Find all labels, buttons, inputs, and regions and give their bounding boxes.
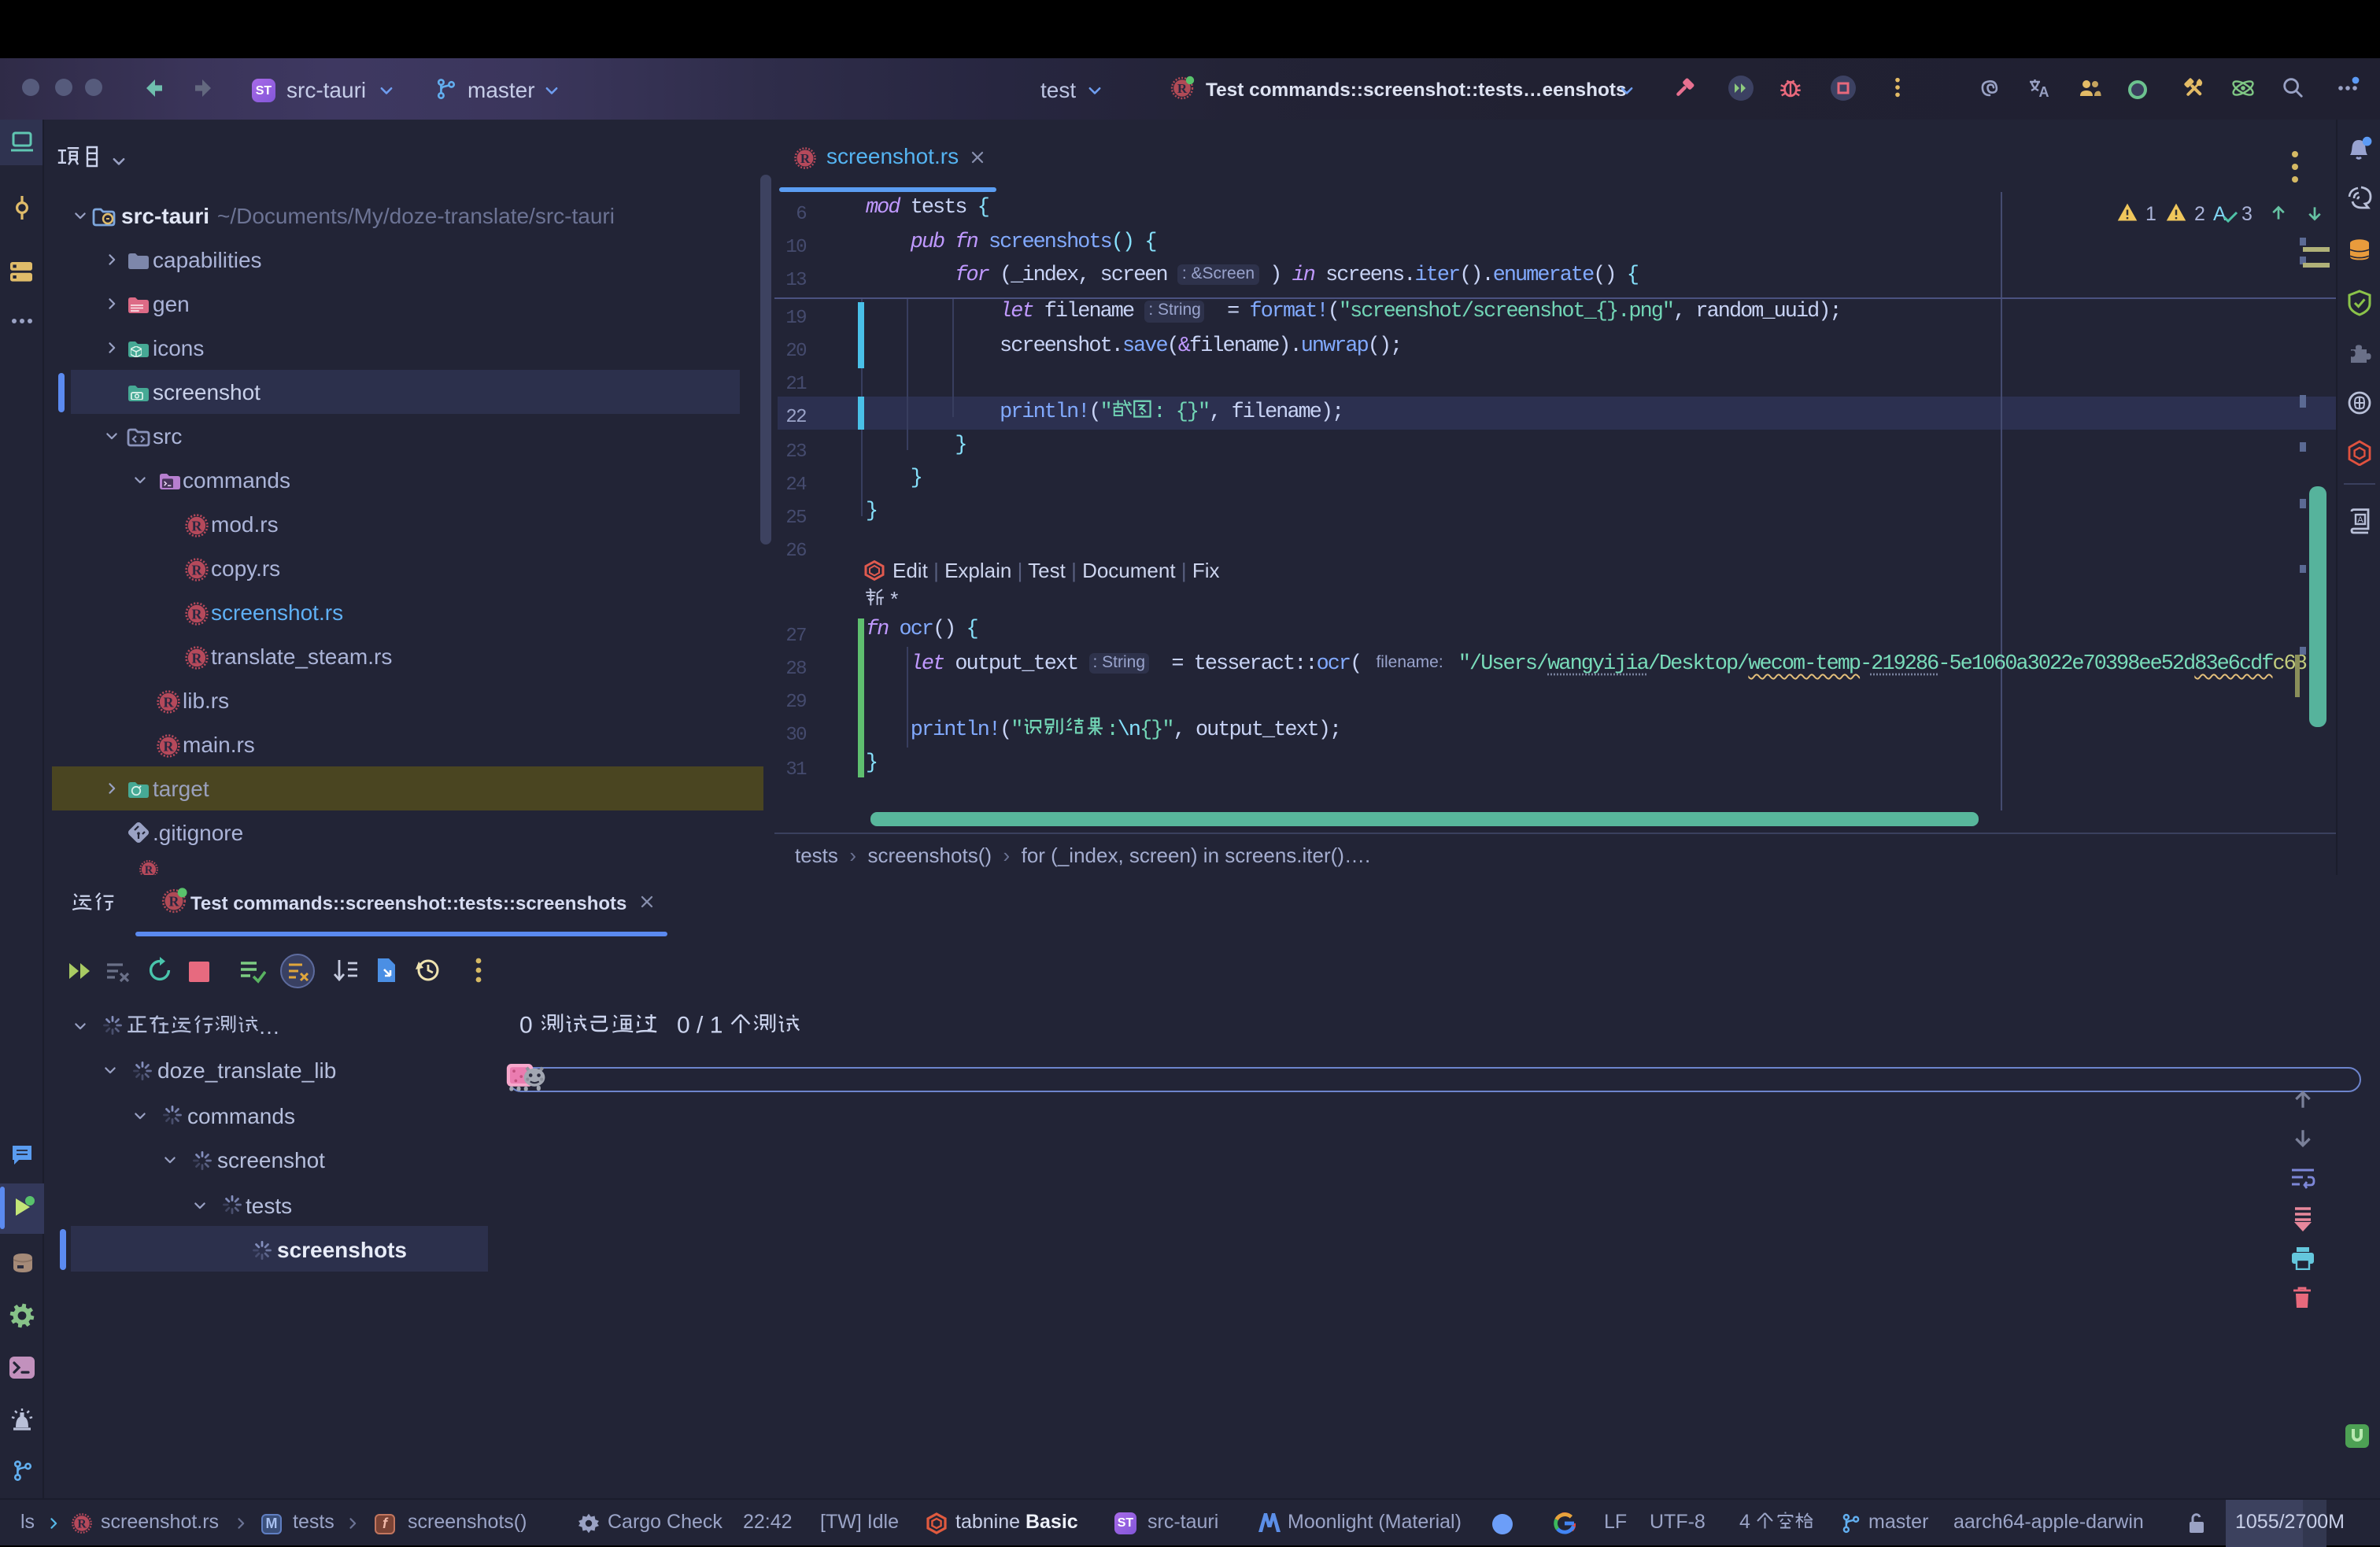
svg-text:R: R (168, 893, 179, 909)
svg-text:R: R (1177, 81, 1188, 96)
svg-text:A: A (2357, 515, 2363, 525)
svg-text:A: A (2039, 84, 2049, 100)
